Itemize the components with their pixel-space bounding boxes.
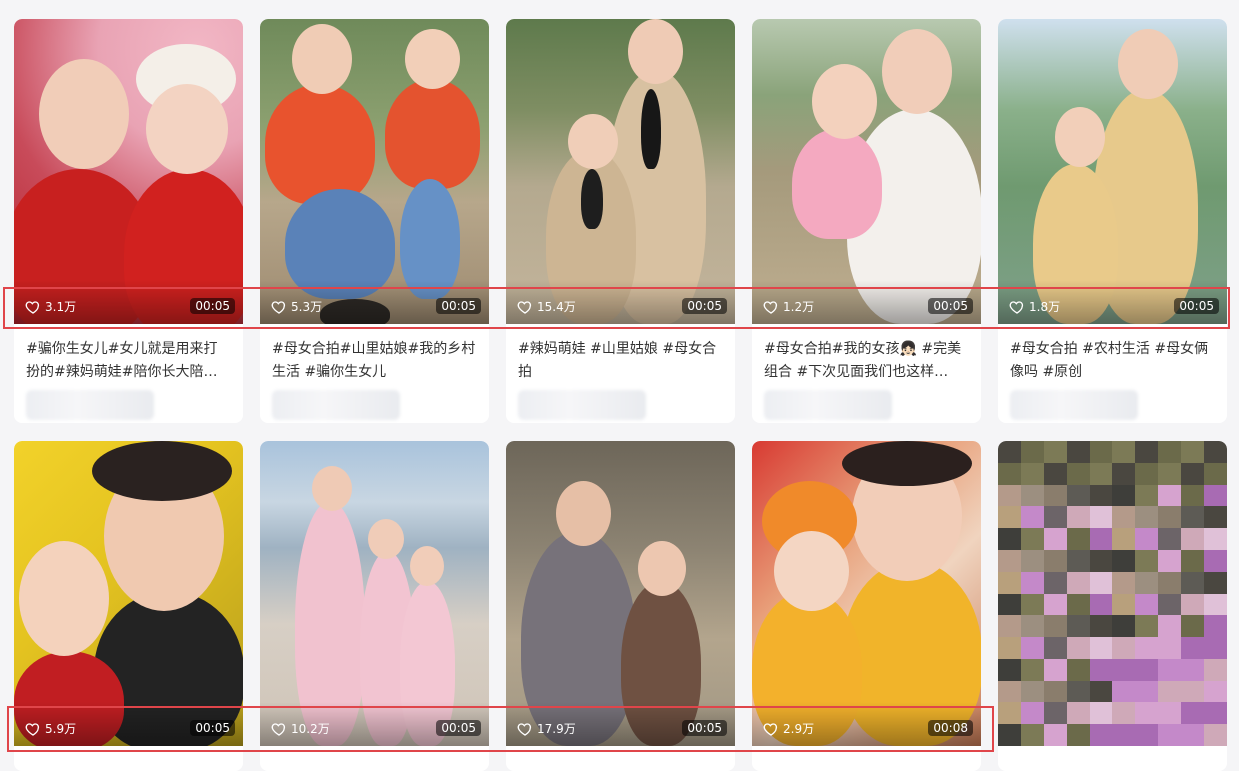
video-card[interactable]: 3.1万 00:05 #骗你生女儿#女儿就是用来打扮的#辣妈萌娃#陪你长大陪… — [14, 19, 243, 423]
heart-outline-icon — [763, 300, 778, 314]
video-card[interactable]: 5.9万 00:05 — [14, 441, 243, 771]
duration-badge: 00:08 — [928, 720, 973, 736]
video-card[interactable]: 1.8万 00:05 #母女合拍 #农村生活 #母女俩像吗 #原创 — [998, 19, 1227, 423]
video-thumbnail[interactable]: 2.9万 00:08 — [752, 441, 981, 746]
video-thumbnail[interactable]: 15.4万 00:05 — [506, 19, 735, 324]
like-count-text: 1.2万 — [783, 300, 815, 314]
video-thumbnail[interactable]: 10.2万 00:05 — [260, 441, 489, 746]
author-blurred[interactable] — [26, 390, 154, 420]
duration-badge: 00:05 — [682, 720, 727, 736]
heart-outline-icon — [25, 300, 40, 314]
heart-outline-icon — [517, 722, 532, 736]
like-count: 1.2万 — [763, 298, 814, 315]
duration-badge: 00:05 — [190, 720, 235, 736]
like-count-text: 17.9万 — [537, 722, 576, 736]
heart-outline-icon — [271, 722, 286, 736]
heart-outline-icon — [25, 722, 40, 736]
video-card[interactable]: 10.2万 00:05 — [260, 441, 489, 771]
like-count: 5.3万 — [271, 298, 322, 315]
like-count-text: 5.3万 — [291, 300, 323, 314]
video-thumbnail[interactable]: 17.9万 00:05 — [506, 441, 735, 746]
like-count: 15.4万 — [517, 298, 576, 315]
video-thumbnail[interactable]: 1.8万 00:05 — [998, 19, 1227, 324]
heart-outline-icon — [271, 300, 286, 314]
like-count-text: 15.4万 — [537, 300, 576, 314]
author-blurred[interactable] — [764, 390, 892, 420]
like-count-text: 2.9万 — [783, 722, 815, 736]
video-thumbnail[interactable]: 5.3万 00:05 — [260, 19, 489, 324]
video-card[interactable]: 2.9万 00:08 — [752, 441, 981, 771]
duration-badge: 00:05 — [928, 298, 973, 314]
like-count: 17.9万 — [517, 720, 576, 737]
video-description[interactable]: #母女合拍#我的女孩👧🏻 #完美组合 #下次见面我们也这样… — [752, 324, 981, 384]
video-card[interactable]: 17.9万 00:05 — [506, 441, 735, 771]
heart-outline-icon — [763, 722, 778, 736]
video-card[interactable]: 15.4万 00:05 #辣妈萌娃 #山里姑娘 #母女合拍 — [506, 19, 735, 423]
like-count: 2.9万 — [763, 720, 814, 737]
video-card[interactable]: 1.2万 00:05 #母女合拍#我的女孩👧🏻 #完美组合 #下次见面我们也这样… — [752, 19, 981, 423]
heart-outline-icon — [1009, 300, 1024, 314]
duration-badge: 00:05 — [682, 298, 727, 314]
like-count-text: 5.9万 — [45, 722, 77, 736]
duration-badge: 00:05 — [190, 298, 235, 314]
video-thumbnail-pixelated[interactable] — [998, 441, 1227, 746]
video-description[interactable]: #母女合拍 #农村生活 #母女俩像吗 #原创 — [998, 324, 1227, 384]
like-count-text: 10.2万 — [291, 722, 330, 736]
like-count: 1.8万 — [1009, 298, 1060, 315]
video-thumbnail[interactable]: 5.9万 00:05 — [14, 441, 243, 746]
like-count-text: 3.1万 — [45, 300, 77, 314]
video-description[interactable]: #辣妈萌娃 #山里姑娘 #母女合拍 — [506, 324, 735, 384]
heart-outline-icon — [517, 300, 532, 314]
video-card[interactable] — [998, 441, 1227, 771]
duration-badge: 00:05 — [436, 298, 481, 314]
like-count-text: 1.8万 — [1029, 300, 1061, 314]
video-thumbnail[interactable]: 1.2万 00:05 — [752, 19, 981, 324]
author-blurred[interactable] — [1010, 390, 1138, 420]
duration-badge: 00:05 — [1174, 298, 1219, 314]
author-blurred[interactable] — [272, 390, 400, 420]
duration-badge: 00:05 — [436, 720, 481, 736]
video-card[interactable]: 5.3万 00:05 #母女合拍#山里姑娘#我的乡村生活 #骗你生女儿 — [260, 19, 489, 423]
like-count: 10.2万 — [271, 720, 330, 737]
video-thumbnail[interactable]: 3.1万 00:05 — [14, 19, 243, 324]
video-description[interactable]: #母女合拍#山里姑娘#我的乡村生活 #骗你生女儿 — [260, 324, 489, 384]
author-blurred[interactable] — [518, 390, 646, 420]
like-count: 5.9万 — [25, 720, 76, 737]
pixelated-image — [998, 441, 1227, 746]
like-count: 3.1万 — [25, 298, 76, 315]
video-description[interactable]: #骗你生女儿#女儿就是用来打扮的#辣妈萌娃#陪你长大陪… — [14, 324, 243, 384]
